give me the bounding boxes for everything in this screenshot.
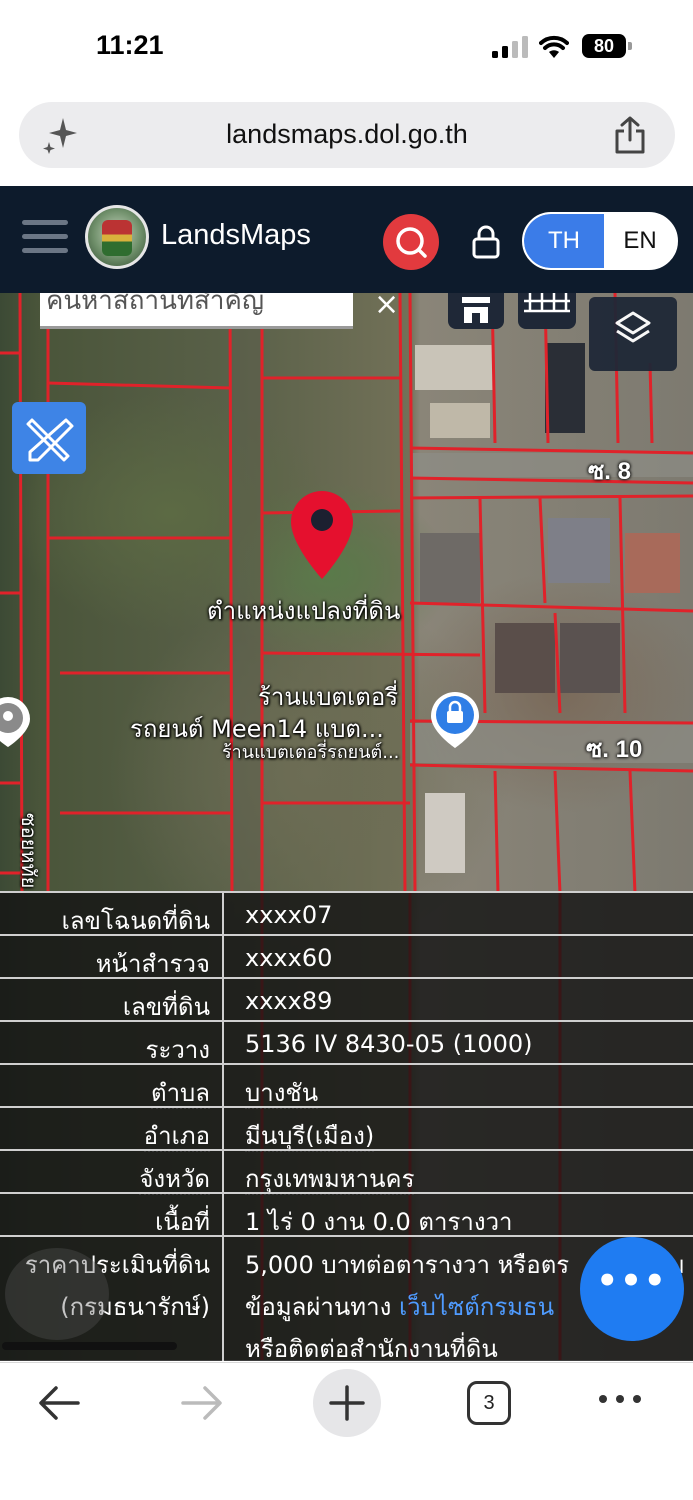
cellular-signal-icon <box>492 36 528 58</box>
street-label-soi10: ซ. 10 <box>586 736 643 763</box>
road-label-left: ซอยหทัย <box>17 813 41 889</box>
more-menu-icon[interactable] <box>597 1389 643 1409</box>
search-button[interactable] <box>383 214 439 270</box>
app-header: LandsMaps TH EN <box>0 186 693 293</box>
share-icon[interactable] <box>613 116 647 154</box>
treasury-website-link[interactable]: เว็บไซต์กรมธน <box>399 1293 554 1321</box>
info-row-subdistrict: ตำบล บางชัน <box>0 1063 693 1109</box>
lang-th-button[interactable]: TH <box>524 214 604 268</box>
info-row-area: เนื้อที่ 1 ไร่ 0 งาน 0.0 ตารางวา <box>0 1192 693 1236</box>
status-bar: 11:21 80 <box>0 0 693 95</box>
building-layer-button[interactable] <box>448 293 504 329</box>
info-row-land-no: เลขที่ดิน xxxx89 <box>0 977 693 1021</box>
battery-icon: 80 <box>582 34 632 58</box>
location-pin-icon[interactable] <box>289 489 355 581</box>
browser-toolbar: 3 <box>0 1362 693 1500</box>
clear-search-button[interactable]: × <box>374 293 399 322</box>
battery-level: 80 <box>582 34 626 58</box>
scroll-indicator <box>2 1342 177 1350</box>
measure-draw-button[interactable] <box>12 402 86 474</box>
search-icon <box>396 227 427 258</box>
info-row-district: อำเภอ มีนบุรี(เมือง) <box>0 1106 693 1152</box>
pin-label: ตำแหน่งแปลงที่ดิน <box>207 597 401 625</box>
brand-name: LandsMaps <box>161 219 311 251</box>
more-options-fab[interactable]: ••• <box>580 1237 684 1341</box>
layers-icon <box>615 311 651 343</box>
street-label-soi8: ซ. 8 <box>588 458 631 485</box>
grid-layer-button[interactable] <box>518 293 576 329</box>
plus-icon <box>329 1385 365 1421</box>
language-toggle[interactable]: TH EN <box>522 212 678 270</box>
layers-button[interactable] <box>589 297 677 371</box>
forward-arrow-icon[interactable] <box>179 1383 225 1423</box>
department-seal-logo <box>85 205 149 269</box>
ruler-pencil-icon <box>26 418 74 462</box>
menu-icon[interactable] <box>22 220 68 256</box>
wifi-icon <box>539 35 569 58</box>
place-search-input[interactable]: ค้นหาสถานที่สำคัญ <box>40 293 353 329</box>
screen: 11:21 80 landsmaps.dol.go.th LandsMaps T… <box>0 0 693 1500</box>
new-tab-button[interactable] <box>313 1369 381 1437</box>
shop-marker-icon[interactable] <box>429 690 481 750</box>
status-time: 11:21 <box>96 30 164 60</box>
tab-switcher-button[interactable]: 3 <box>467 1381 511 1425</box>
poi-label-line3: ร้านแบตเตอรี่รถยนต์... <box>222 742 400 763</box>
url-text[interactable]: landsmaps.dol.go.th <box>19 119 675 150</box>
info-row-deed-no: เลขโฉนดที่ดิน xxxx07 <box>0 891 693 935</box>
grid-icon <box>524 293 570 313</box>
info-row-survey-page: หน้าสำรวจ xxxx60 <box>0 934 693 978</box>
lang-en-button[interactable]: EN <box>604 214 676 268</box>
building-icon <box>462 297 490 323</box>
back-to-top-button[interactable] <box>5 1248 109 1340</box>
info-row-province: จังหวัด กรุงเทพมหานคร <box>0 1149 693 1195</box>
lock-icon[interactable] <box>470 224 502 260</box>
address-bar[interactable]: landsmaps.dol.go.th <box>19 102 675 168</box>
info-row-map-sheet: ระวาง 5136 IV 8430-05 (1000) <box>0 1020 693 1064</box>
back-arrow-icon[interactable] <box>36 1383 82 1423</box>
place-marker-icon[interactable] <box>0 695 32 749</box>
more-dots-icon: ••• <box>596 1261 668 1301</box>
